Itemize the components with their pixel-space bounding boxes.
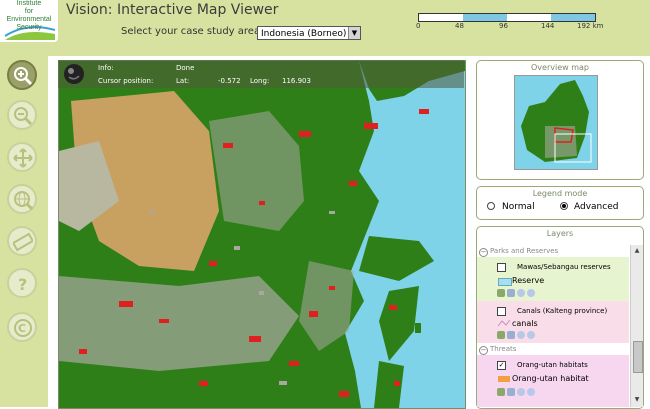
move-up-icon[interactable]: [517, 289, 525, 297]
canal-line-icon: [498, 319, 510, 327]
logo-line-2: for: [24, 8, 34, 15]
globe-icon[interactable]: [63, 63, 85, 85]
layer-checkbox[interactable]: [497, 307, 506, 316]
zoom-in-icon: [14, 67, 33, 86]
scroll-thumb[interactable]: [633, 341, 643, 373]
legend-normal-label[interactable]: Normal: [502, 202, 535, 212]
zoom-to-layer-icon[interactable]: [507, 331, 515, 339]
case-study-selected-value: Indonesia (Borneo): [261, 29, 347, 39]
scale-tick: 48: [455, 22, 464, 30]
measure-tool[interactable]: [7, 226, 37, 256]
svg-text:?: ?: [18, 275, 27, 294]
globe-icon: [14, 191, 33, 210]
scale-segment: [463, 14, 507, 21]
collapse-icon[interactable]: −: [479, 248, 488, 257]
legend-advanced-radio[interactable]: [560, 202, 568, 210]
zoom-out-icon: [14, 107, 33, 126]
ruler-icon: [13, 232, 33, 252]
layer-band: ✓ Orang-utan habitats Orang-utan habitat: [477, 355, 629, 407]
scroll-up-icon[interactable]: ▲: [633, 247, 641, 255]
app-title: Vision: Interactive Map Viewer: [66, 2, 279, 18]
layer-legend-label: Orang-utan habitat: [512, 374, 589, 383]
help-icon: ?: [18, 275, 27, 294]
dropdown-arrow-icon[interactable]: ▼: [348, 27, 360, 39]
layer-group-name: Parks and Reserves: [490, 247, 559, 255]
pan-tool[interactable]: [7, 142, 37, 172]
copyright-tool[interactable]: C: [7, 312, 37, 342]
info-icon[interactable]: [497, 331, 505, 339]
case-study-label: Select your case study area:: [121, 26, 264, 37]
move-down-icon[interactable]: [527, 388, 535, 396]
habitat-swatch: [498, 376, 510, 382]
zoom-in-tool[interactable]: [7, 60, 37, 90]
move-down-icon[interactable]: [527, 331, 535, 339]
latitude-label: Lat:: [176, 77, 190, 85]
zoom-to-layer-icon[interactable]: [507, 289, 515, 297]
scale-segment: [551, 14, 595, 21]
latitude-value: -0.572: [218, 77, 241, 85]
scroll-down-icon[interactable]: ▼: [633, 396, 641, 404]
scale-tick: 192 km: [577, 22, 604, 30]
info-label: Info:: [98, 64, 114, 72]
svg-text:C: C: [18, 322, 26, 335]
layer-legend-label: canals: [512, 319, 538, 328]
layer-checkbox[interactable]: [497, 263, 506, 272]
move-up-icon[interactable]: [517, 388, 525, 396]
layers-scrollbar[interactable]: ▲ ▼: [630, 245, 643, 407]
info-icon[interactable]: [497, 289, 505, 297]
layer-group-header[interactable]: − Parks and Reserves: [477, 247, 629, 257]
overview-island: [521, 80, 592, 163]
cursor-position-label: Cursor position:: [98, 77, 154, 85]
case-study-select[interactable]: Indonesia (Borneo) ▼: [257, 26, 361, 40]
layer-band: Mawas/Sebangau reserves Reserve: [477, 257, 629, 301]
overview-title: Overview map: [531, 63, 589, 72]
info-value: Done: [176, 64, 195, 72]
layer-legend-label: Reserve: [512, 276, 545, 285]
move-up-icon[interactable]: [517, 331, 525, 339]
scale-tick: 144: [541, 22, 555, 30]
reserve-swatch: [498, 278, 512, 286]
layer-name: Mawas/Sebangau reserves: [517, 263, 611, 271]
move-down-icon[interactable]: [527, 289, 535, 297]
legend-mode-title: Legend mode: [532, 189, 588, 198]
logo-text: Institute for Environmental Security: [3, 0, 55, 32]
legend-normal-radio[interactable]: [487, 202, 495, 210]
zoom-out-tool[interactable]: [7, 100, 37, 130]
zoom-full-tool[interactable]: [7, 184, 37, 214]
pan-icon: [13, 148, 33, 168]
help-tool[interactable]: ?: [7, 268, 37, 298]
overview-map[interactable]: [514, 75, 598, 170]
layer-checkbox-checked[interactable]: ✓: [497, 361, 506, 370]
longitude-value: 116.903: [282, 77, 311, 85]
layers-list: − Parks and Reserves Mawas/Sebangau rese…: [477, 245, 629, 407]
longitude-label: Long:: [250, 77, 270, 85]
layer-name: Orang-utan habitats: [517, 361, 588, 369]
logo-line-4: Security: [16, 24, 42, 31]
copyright-icon: C: [14, 319, 32, 337]
layer-group-name: Threats: [490, 345, 517, 353]
land-cover-map: [59, 61, 465, 408]
logo-line-3: Environmental: [6, 16, 52, 23]
legend-advanced-label[interactable]: Advanced: [574, 202, 618, 212]
logo-line-1: Institute: [16, 0, 42, 7]
zoom-to-layer-icon[interactable]: [507, 388, 515, 396]
scale-bar: [418, 13, 596, 22]
info-icon[interactable]: [497, 388, 505, 396]
main-map[interactable]: [58, 60, 466, 409]
layer-name: Canals (Kalteng province): [517, 307, 608, 315]
layer-band: Canals (Kalteng province) canals: [477, 301, 629, 343]
layers-title: Layers: [546, 229, 574, 238]
layer-group-header[interactable]: − Threats: [477, 345, 629, 355]
institute-logo[interactable]: Institute for Environmental Security: [0, 0, 58, 42]
collapse-icon[interactable]: −: [479, 346, 488, 355]
scale-tick: 0: [416, 22, 421, 30]
scale-tick: 96: [499, 22, 508, 30]
